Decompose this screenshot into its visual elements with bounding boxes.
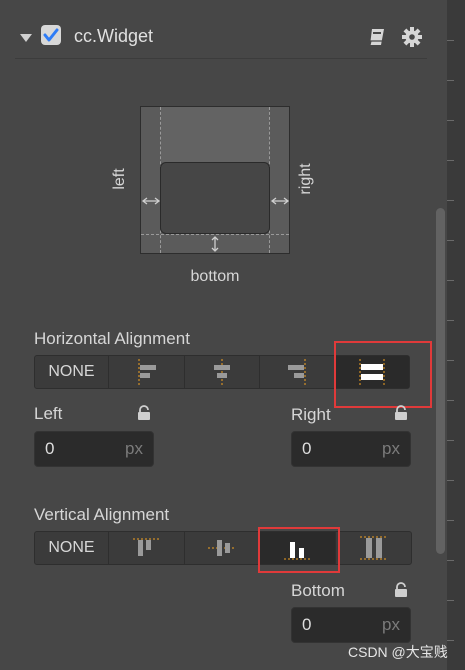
left-input-value: 0 (45, 439, 55, 458)
left-input[interactable]: 0 px (34, 431, 154, 467)
left-margin-arrow-icon (141, 193, 161, 205)
bottom-label: bottom (190, 268, 240, 285)
horizontal-alignment-title: Horizontal Alignment (34, 329, 190, 348)
stretch-vertical-icon (359, 536, 388, 560)
highlight-box (334, 341, 432, 408)
lock-icon[interactable] (394, 405, 408, 421)
preview-top-fill (161, 107, 269, 162)
align-middle-icon (208, 540, 236, 556)
right-input-unit: px (382, 439, 400, 458)
stretch-vertical-button[interactable] (336, 532, 411, 564)
bottom-margin-arrow-icon (210, 235, 220, 253)
align-middle-button[interactable] (185, 532, 260, 564)
horizontal-none-label: NONE (48, 363, 95, 380)
align-center-button[interactable] (185, 356, 260, 388)
left-input-unit: px (125, 439, 143, 458)
align-left-button[interactable] (109, 356, 185, 388)
align-top-button[interactable] (109, 532, 185, 564)
book-icon[interactable] (367, 27, 387, 47)
bottom-field-label: Bottom (291, 581, 345, 600)
bottom-input[interactable]: 0 px (291, 607, 411, 643)
bottom-input-value: 0 (302, 615, 312, 634)
align-center-icon (214, 359, 230, 385)
left-field-label: Left (34, 404, 63, 423)
vertical-scrollbar[interactable] (436, 208, 445, 554)
lock-icon[interactable] (394, 582, 408, 598)
right-field-label: Right (291, 405, 331, 424)
enable-checkbox[interactable] (41, 25, 61, 45)
left-label: left (111, 168, 128, 190)
component-title: cc.Widget (74, 26, 154, 46)
right-label: right (297, 163, 314, 195)
checkbox-icon (43, 28, 59, 42)
lock-icon[interactable] (137, 405, 151, 421)
align-left-icon (138, 359, 156, 385)
right-input-value: 0 (302, 439, 312, 458)
vertical-none-label: NONE (48, 539, 95, 556)
vertical-none-button[interactable]: NONE (35, 532, 109, 564)
triangle-down-icon[interactable] (19, 31, 33, 43)
right-margin-arrow-icon (270, 193, 290, 205)
vertical-alignment-group: NONE (34, 531, 412, 565)
gear-icon[interactable] (401, 26, 423, 48)
watermark-text: CSDN @大宝贱 (348, 644, 448, 660)
align-top-icon (132, 538, 161, 556)
bottom-input-unit: px (382, 615, 400, 634)
horizontal-none-button[interactable]: NONE (35, 356, 109, 388)
right-edge-panel (447, 0, 465, 670)
align-right-button[interactable] (260, 356, 335, 388)
right-input[interactable]: 0 px (291, 431, 411, 467)
preview-node (160, 162, 270, 234)
align-right-icon (288, 359, 306, 385)
header-divider (15, 58, 427, 59)
highlight-box (258, 527, 340, 573)
vertical-alignment-title: Vertical Alignment (34, 505, 170, 524)
